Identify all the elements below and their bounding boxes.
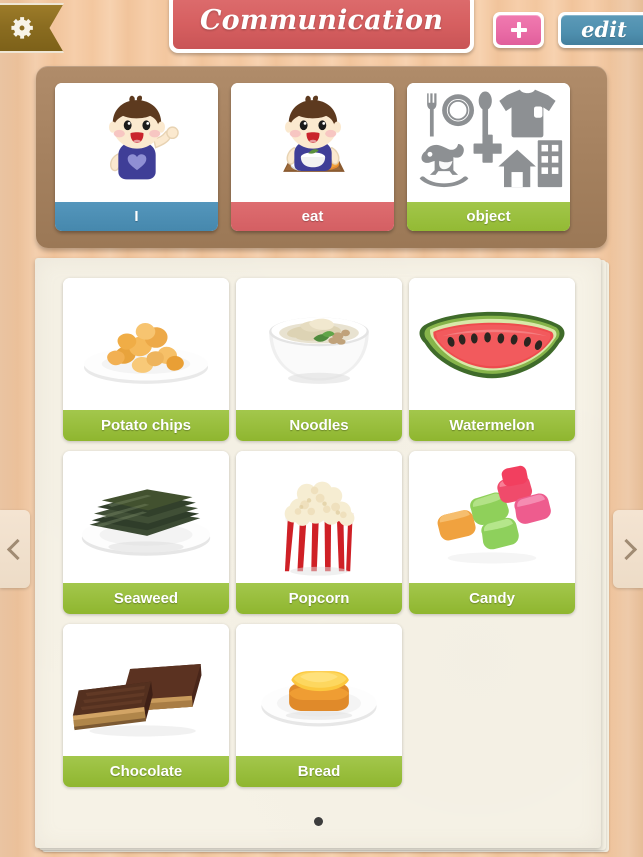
page-dot-active[interactable]	[313, 817, 323, 826]
app-root: Communication edit I eat object Potato c…	[0, 0, 643, 857]
grid-item-label: Noodles	[236, 410, 402, 441]
noodles-bowl-image	[236, 278, 402, 410]
sentence-card-object-label: object	[407, 202, 570, 231]
top-bar: Communication edit	[0, 0, 643, 62]
grid-item[interactable]: Chocolate	[63, 624, 229, 787]
vocabulary-grid: Potato chips Noodles Watermelon Seaweed …	[63, 278, 575, 787]
sentence-strip: I eat object	[36, 66, 607, 248]
grid-item-label: Chocolate	[63, 756, 229, 787]
add-button[interactable]	[493, 12, 544, 48]
grid-item[interactable]: Noodles	[236, 278, 402, 441]
plus-icon	[510, 22, 527, 38]
page-title: Communication	[199, 5, 444, 36]
page-indicator	[35, 817, 601, 826]
paper-sheet-front: Potato chips Noodles Watermelon Seaweed …	[35, 258, 601, 848]
edit-button-face: edit	[561, 15, 643, 45]
grid-item[interactable]: Candy	[409, 451, 575, 614]
object-category-collage-icon	[407, 83, 570, 202]
grid-item-label: Seaweed	[63, 583, 229, 614]
potato-chips-image	[63, 278, 229, 410]
grid-item-label: Bread	[236, 756, 402, 787]
seaweed-plate-image	[63, 451, 229, 583]
sentence-card-verb[interactable]: eat	[231, 83, 394, 231]
sentence-card-verb-label: eat	[231, 202, 394, 231]
grid-item[interactable]: Popcorn	[236, 451, 402, 614]
chocolate-bars-image	[63, 624, 229, 756]
bread-slice-plate-image	[236, 624, 402, 756]
next-page-button[interactable]	[613, 510, 643, 588]
sentence-card-subject-label: I	[55, 202, 218, 231]
watermelon-slice-image	[409, 278, 575, 410]
boy-waving-image	[55, 83, 218, 202]
settings-button[interactable]	[0, 3, 64, 53]
grid-item[interactable]: Seaweed	[63, 451, 229, 614]
grid-item-label: Watermelon	[409, 410, 575, 441]
popcorn-bucket-image	[236, 451, 402, 583]
sentence-card-object[interactable]: object	[407, 83, 570, 231]
grid-item[interactable]: Potato chips	[63, 278, 229, 441]
edit-button[interactable]: edit	[558, 12, 643, 48]
sentence-card-subject[interactable]: I	[55, 83, 218, 231]
grid-item[interactable]: Bread	[236, 624, 402, 787]
candy-pieces-image	[409, 451, 575, 583]
prev-page-button[interactable]	[0, 510, 30, 588]
page-title-inner: Communication	[173, 0, 470, 49]
grid-item-label: Popcorn	[236, 583, 402, 614]
boy-eating-image	[231, 83, 394, 202]
edit-button-label: edit	[581, 16, 627, 42]
page-title-plate: Communication	[169, 0, 474, 53]
grid-item[interactable]: Watermelon	[409, 278, 575, 441]
chevron-left-icon	[6, 538, 28, 560]
grid-item-label: Candy	[409, 583, 575, 614]
add-button-face	[496, 15, 541, 45]
content-panel: Potato chips Noodles Watermelon Seaweed …	[35, 258, 609, 852]
gear-icon	[8, 14, 36, 42]
grid-item-label: Potato chips	[63, 410, 229, 441]
chevron-right-icon	[615, 538, 637, 560]
